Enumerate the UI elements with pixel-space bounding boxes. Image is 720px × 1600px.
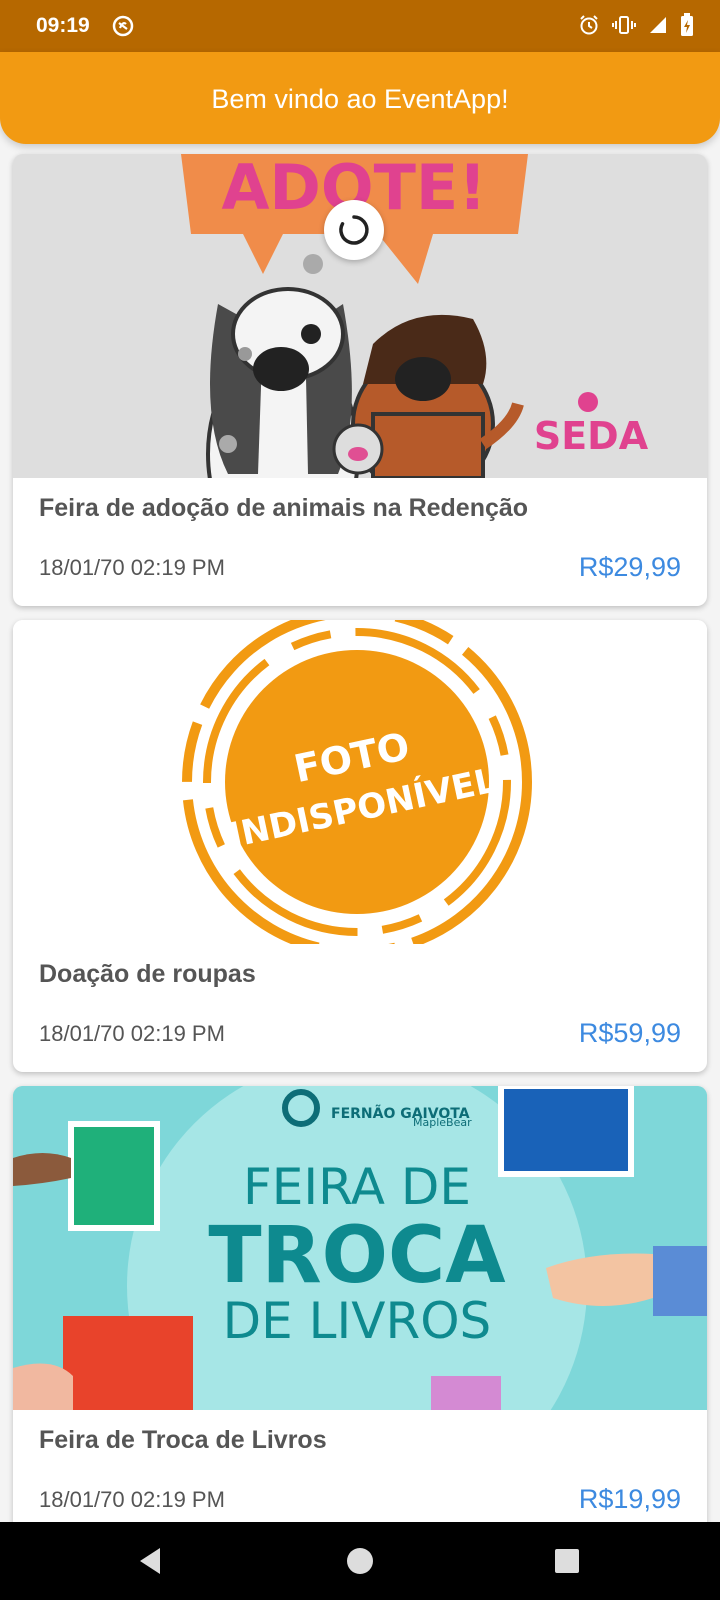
home-icon[interactable]	[343, 1544, 377, 1578]
seda-logo: SEDA	[534, 414, 649, 458]
event-card[interactable]: FERNÃO GAIVOTA MapleBear FEIRA DE TROCA …	[13, 1086, 707, 1522]
events-list[interactable]: ADOTE! SEDA Feira de adoção de animais n…	[0, 144, 720, 1522]
event-date: 18/01/70 02:19 PM	[39, 1021, 225, 1046]
event-title: Doação de roupas	[39, 960, 256, 988]
system-nav-bar	[0, 1522, 720, 1600]
nfc-icon	[112, 15, 134, 37]
event-date: 18/01/70 02:19 PM	[39, 1487, 225, 1512]
event-title: Feira de Troca de Livros	[39, 1426, 327, 1454]
event-title: Feira de adoção de animais na Redenção	[39, 494, 529, 522]
alarm-icon	[580, 15, 598, 35]
event-price: R$19,99	[578, 1484, 681, 1514]
event-image: FOTO INDISPONÍVEL	[13, 620, 707, 944]
event-price: R$59,99	[578, 1018, 681, 1048]
book-fair-illustration: FERNÃO GAIVOTA MapleBear FEIRA DE TROCA …	[13, 1086, 707, 1410]
event-date: 18/01/70 02:19 PM	[39, 555, 225, 580]
vibrate-icon	[612, 16, 636, 34]
recents-icon[interactable]	[550, 1544, 584, 1578]
signal-icon	[650, 17, 666, 33]
event-image: FERNÃO GAIVOTA MapleBear FEIRA DE TROCA …	[13, 1086, 707, 1410]
photo-unavailable-badge: FOTO INDISPONÍVEL	[182, 620, 532, 944]
status-time: 09:19	[36, 14, 90, 37]
battery-icon	[681, 13, 693, 36]
back-icon[interactable]	[134, 1544, 168, 1578]
app-bar: Bem vindo ao EventApp!	[0, 52, 720, 144]
image-line2: TROCA	[208, 1211, 505, 1301]
image-line1: FEIRA DE	[243, 1158, 471, 1216]
maplebear-logo: MapleBear	[413, 1116, 472, 1129]
event-price: R$29,99	[578, 552, 681, 582]
app-title: Bem vindo ao EventApp!	[211, 84, 509, 114]
status-icons	[578, 13, 694, 37]
loading-spinner	[324, 200, 384, 260]
image-line3: DE LIVROS	[223, 1292, 492, 1350]
event-card[interactable]: FOTO INDISPONÍVEL Doação de roupas 18/01…	[13, 620, 707, 1072]
refresh-icon	[339, 215, 369, 245]
status-bar: 09:19	[0, 0, 720, 52]
